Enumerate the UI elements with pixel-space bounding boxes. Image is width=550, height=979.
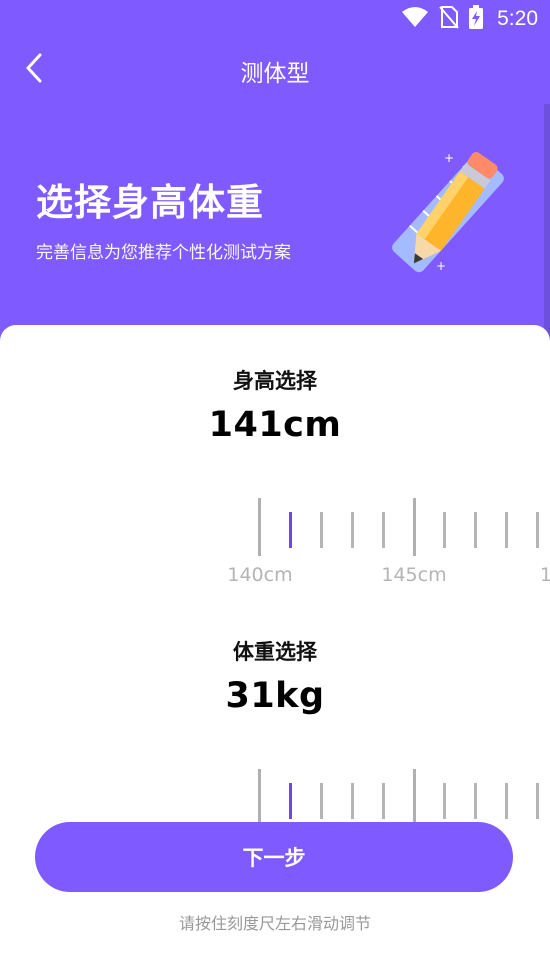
ruler-tick [443,512,446,548]
hero-subtitle: 完善信息为您推荐个性化测试方案 [36,243,291,263]
height-label: 身高选择 [233,369,317,393]
ruler-label: 145cm [381,564,447,586]
ruler-tick [320,512,323,548]
ruler-tick [351,512,354,548]
ruler-tick [413,498,416,556]
status-time: 5:20 [497,7,538,30]
ruler-tick [258,498,261,556]
page-title: 测体型 [240,61,310,87]
ruler-tick-selected [289,783,292,819]
ruler-tick [320,783,323,819]
weight-label: 体重选择 [233,640,317,664]
height-value: 141cm [208,405,342,445]
ruler-tick [382,512,385,548]
ruler-tick [443,783,446,819]
svg-text:+: + [436,259,446,273]
ruler-tick [474,783,477,819]
ruler-tick [536,783,539,819]
weight-value: 31kg [225,676,325,716]
ruler-tick [351,783,354,819]
ruler-tick [413,769,416,827]
ruler-label: 15 [539,564,550,586]
ruler-tick-selected [289,512,292,548]
ruler-tick [536,512,539,548]
top-bar: 测体型 [0,38,550,102]
ruler-tick [505,783,508,819]
wifi-icon [401,6,429,32]
next-step-button[interactable]: 下一步 [35,822,513,892]
ruler-tick [382,783,385,819]
status-bar: 5:20 [0,0,550,38]
ruler-hint: 请按住刻度尺左右滑动调节 [178,914,371,933]
no-sim-icon [439,5,459,33]
pencil-ruler-illustration: + + [382,148,516,278]
ruler-tick [505,512,508,548]
svg-text:+: + [444,151,454,165]
battery-charging-icon [469,5,484,33]
hero-title: 选择身高体重 [36,181,264,224]
ruler-tick [474,512,477,548]
ruler-label: 140cm [227,564,293,586]
ruler-tick [258,769,261,827]
height-ruler[interactable]: 140cm 145cm 15 [0,494,550,604]
